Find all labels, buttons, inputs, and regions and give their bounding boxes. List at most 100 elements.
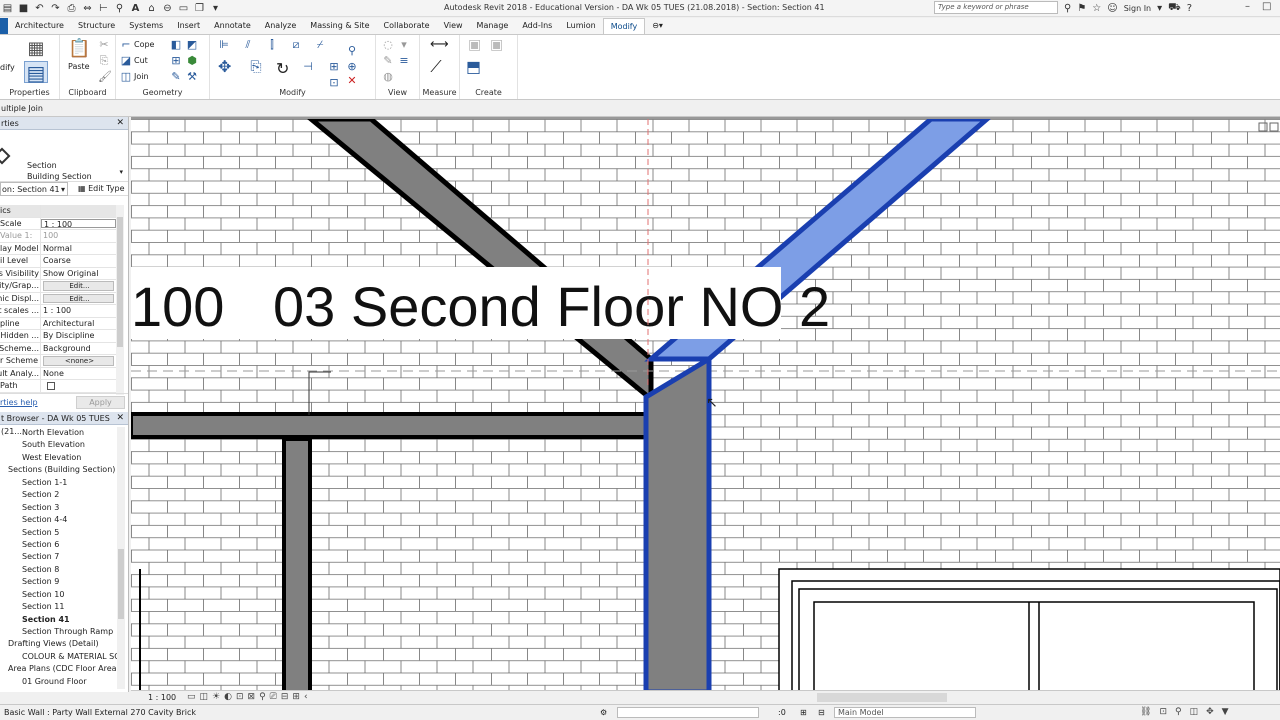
- property-value[interactable]: 1 : 100: [41, 218, 116, 228]
- demolish-icon[interactable]: ⬢: [186, 55, 198, 67]
- view-scale[interactable]: 1 : 100: [148, 691, 176, 704]
- detail-level-icon[interactable]: ▭: [187, 691, 196, 704]
- collapse-icon[interactable]: ‹: [304, 691, 308, 704]
- dimension-icon[interactable]: ⊢: [98, 3, 109, 14]
- close-icon[interactable]: ✕: [116, 117, 124, 130]
- tab-lumion[interactable]: Lumion: [559, 18, 602, 34]
- property-value[interactable]: Background: [41, 343, 116, 355]
- paste-button[interactable]: Paste: [68, 62, 90, 71]
- brush-icon[interactable]: ✎: [170, 71, 182, 83]
- tab-collaborate[interactable]: Collaborate: [377, 18, 437, 34]
- constraints-icon[interactable]: ⊞: [292, 691, 300, 704]
- split-icon[interactable]: ⌿: [314, 39, 326, 51]
- browser-group[interactable]: Area Plans (CDC Floor Area): [0, 663, 118, 675]
- pin-icon[interactable]: ⚲: [346, 45, 358, 57]
- browser-view-item[interactable]: Section 11: [0, 601, 118, 613]
- tab-insert[interactable]: Insert: [170, 18, 207, 34]
- workset-field[interactable]: [617, 707, 759, 718]
- instance-filter[interactable]: on: Section 41 ▾: [0, 182, 68, 196]
- browser-view-item[interactable]: Section 7: [0, 551, 118, 563]
- switch-windows-icon[interactable]: ❐: [194, 3, 205, 14]
- design-options-icon[interactable]: ⊟: [818, 705, 825, 720]
- array-icon[interactable]: ⊞: [328, 61, 340, 73]
- workset-icon[interactable]: ⚙: [600, 705, 607, 720]
- aligned-dimension-icon[interactable]: ⟋: [430, 59, 442, 75]
- filter-icon[interactable]: ⊞: [800, 705, 807, 720]
- select-underlay-icon[interactable]: ⊡: [1159, 705, 1167, 720]
- close-hidden-icon[interactable]: ▭: [178, 3, 189, 14]
- browser-view-item[interactable]: North Elevation: [0, 427, 118, 439]
- browser-view-item[interactable]: Section 5: [0, 527, 118, 539]
- browser-view-item[interactable]: COLOUR & MATERIAL SCH: [0, 651, 118, 663]
- property-value[interactable]: [41, 380, 116, 392]
- browser-view-item[interactable]: Section 4-4: [0, 514, 118, 526]
- apply-button[interactable]: Apply: [76, 396, 125, 409]
- user-icon[interactable]: ☺: [1107, 3, 1117, 14]
- property-value[interactable]: Show Original: [41, 268, 116, 280]
- rotate-icon[interactable]: ↻: [276, 61, 289, 77]
- browser-group[interactable]: Sections (Building Section): [0, 464, 118, 476]
- crop-view-icon[interactable]: ⊡: [236, 691, 244, 704]
- hide-icon[interactable]: ◌: [382, 39, 394, 51]
- property-edit-button[interactable]: Edit...: [43, 281, 114, 291]
- browser-view-item[interactable]: Section 3: [0, 502, 118, 514]
- browser-view-item[interactable]: Section 8: [0, 564, 118, 576]
- browser-view-item[interactable]: Section 1-1: [0, 477, 118, 489]
- cope-icon[interactable]: ⌐: [120, 39, 132, 51]
- browser-view-item[interactable]: Section 10: [0, 589, 118, 601]
- text-icon[interactable]: A: [130, 3, 141, 14]
- browser-group[interactable]: Drafting Views (Detail): [0, 638, 118, 650]
- split-face-icon[interactable]: ◧: [170, 39, 182, 51]
- view-filter-icon[interactable]: ◍: [382, 71, 394, 83]
- favorite-icon[interactable]: ☆: [1092, 3, 1101, 14]
- join-button[interactable]: Join: [134, 72, 149, 81]
- properties-scrollbar[interactable]: [116, 205, 124, 395]
- offset-icon[interactable]: ⫽: [242, 39, 254, 51]
- browser-scrollbar[interactable]: [117, 427, 125, 689]
- mirror-axis-icon[interactable]: ⫿: [266, 39, 278, 51]
- trim-icon[interactable]: ⊣: [302, 61, 314, 73]
- help-icon[interactable]: ?: [1187, 3, 1192, 14]
- analytical-model-icon[interactable]: ⊟: [281, 691, 289, 704]
- sun-path-icon[interactable]: ☀: [212, 691, 220, 704]
- browser-view-item[interactable]: 01 Ground Floor: [0, 676, 118, 688]
- property-value[interactable]: Architectural: [41, 318, 116, 330]
- tab-manage[interactable]: Manage: [470, 18, 516, 34]
- type-selector[interactable]: Section Building Section ▾: [0, 130, 128, 182]
- search-icon[interactable]: ⚲: [1064, 3, 1071, 14]
- floor-slab[interactable]: [131, 412, 648, 439]
- tab-add-ins[interactable]: Add-Ins: [515, 18, 559, 34]
- shadows-icon[interactable]: ◐: [224, 691, 232, 704]
- tab-options-icon[interactable]: ⊖▾: [645, 18, 670, 34]
- signin-dropdown-icon[interactable]: ▾: [1157, 3, 1162, 14]
- show-crop-icon[interactable]: ⊠: [248, 691, 256, 704]
- browser-view-item[interactable]: Section Through Ramp: [0, 626, 118, 638]
- visual-style-icon[interactable]: ◫: [200, 691, 209, 704]
- browser-view-item[interactable]: Section 41: [0, 614, 118, 626]
- delete-icon[interactable]: ✕: [346, 75, 358, 87]
- select-by-face-icon[interactable]: ◫: [1190, 705, 1199, 720]
- 3d-view-icon[interactable]: ⌂: [146, 3, 157, 14]
- undo-icon[interactable]: ↶: [34, 3, 45, 14]
- reveal-hidden-icon[interactable]: ⎚: [270, 691, 277, 704]
- tab-structure[interactable]: Structure: [71, 18, 122, 34]
- property-edit-button[interactable]: Edit...: [43, 293, 114, 303]
- level-label-left[interactable]: 100: [131, 275, 224, 338]
- chevron-down-icon[interactable]: ▾: [119, 168, 123, 176]
- paste-icon[interactable]: 📋: [68, 39, 90, 59]
- measure-between-icon[interactable]: ⟷: [430, 38, 449, 51]
- property-edit-button[interactable]: <none>: [43, 356, 114, 366]
- tab-view[interactable]: View: [437, 18, 470, 34]
- section-icon[interactable]: ⊖: [162, 3, 173, 14]
- create-assembly-icon[interactable]: ▣: [468, 38, 481, 52]
- cut-geometry-icon[interactable]: ◪: [120, 55, 132, 67]
- select-links-icon[interactable]: ⛓: [1140, 705, 1151, 720]
- mirror-draw-icon[interactable]: ⧄: [290, 39, 302, 51]
- create-parts-icon[interactable]: ▣: [490, 38, 503, 52]
- redo-icon[interactable]: ↷: [50, 3, 61, 14]
- tab-annotate[interactable]: Annotate: [207, 18, 258, 34]
- property-value[interactable]: 1 : 100: [41, 305, 116, 317]
- hammer-icon[interactable]: ⚒: [186, 71, 198, 83]
- view-settings-icon[interactable]: ≡: [398, 55, 410, 67]
- filter-select-icon[interactable]: ▼: [1222, 705, 1229, 720]
